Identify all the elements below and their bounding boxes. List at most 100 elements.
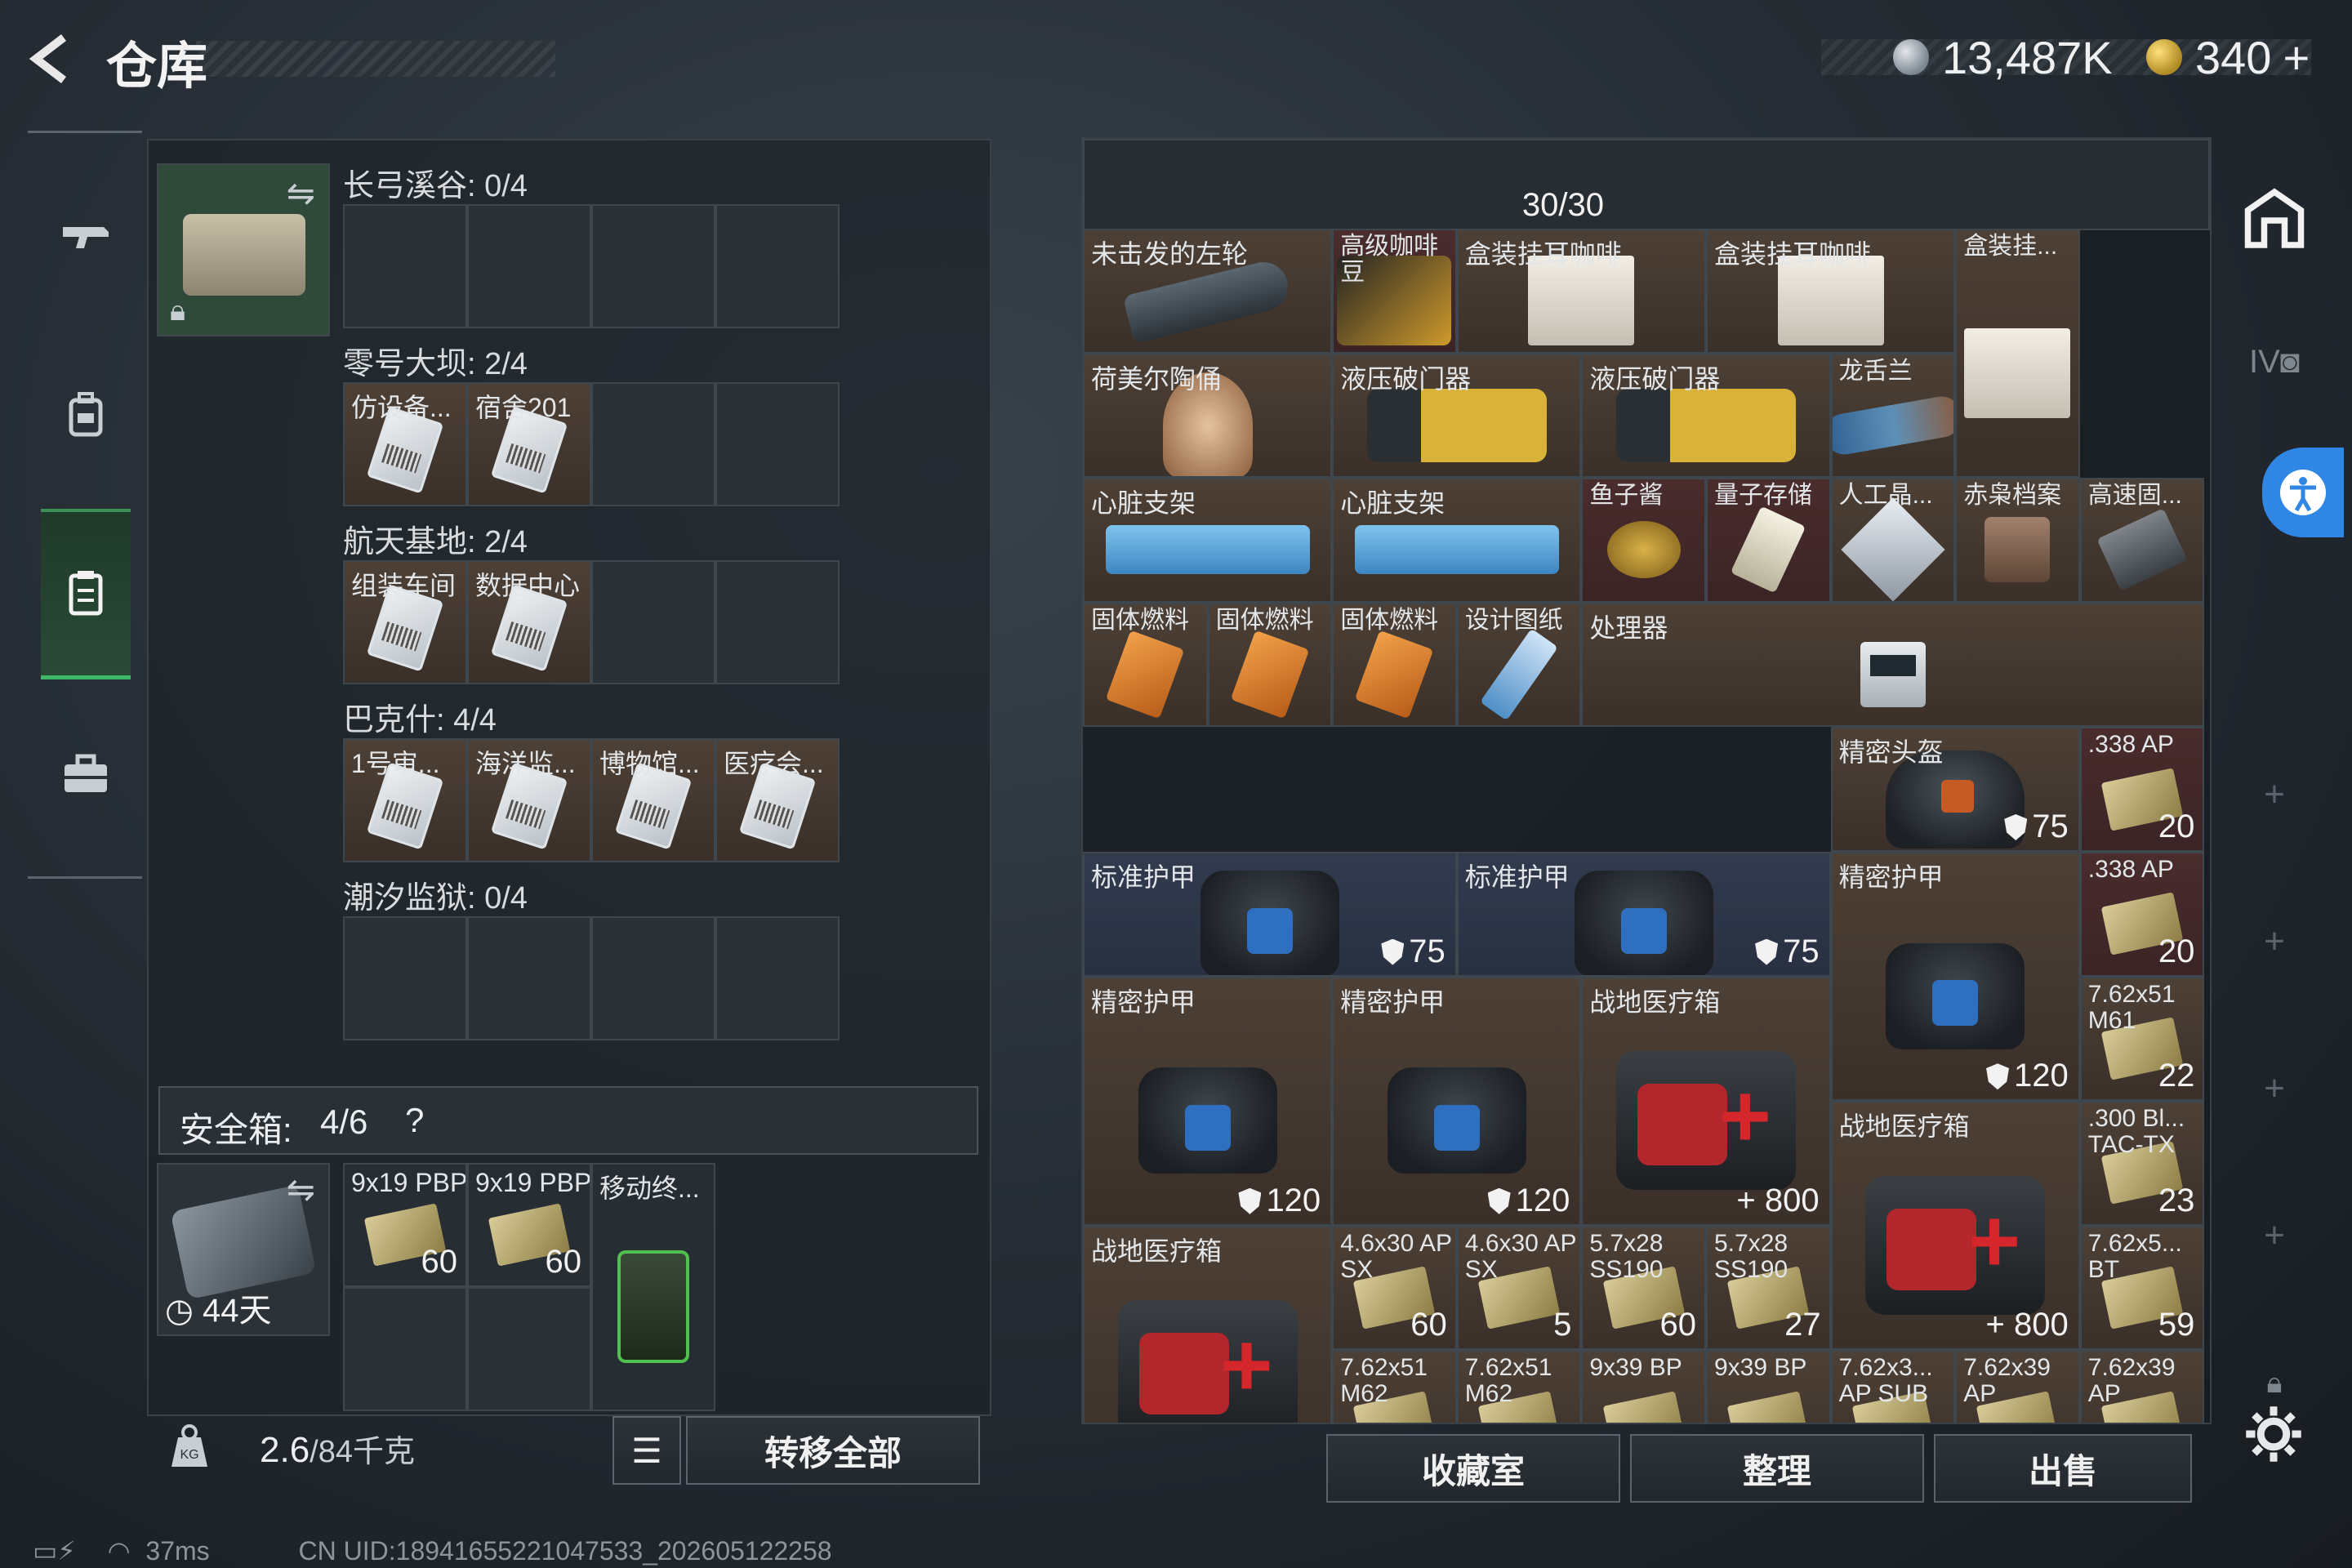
grid-item[interactable]: 5.7x28 SS190 60 [1581,1225,1706,1351]
grid-item[interactable]: 高级咖啡豆 [1332,229,1457,354]
grid-item[interactable]: 龙舌兰 [1830,353,1956,479]
back-button[interactable] [24,33,82,90]
grid-item[interactable]: 盒装挂耳咖啡 [1706,229,1956,354]
empty-keycard-slot[interactable] [715,204,840,328]
grid-item[interactable]: 盒装挂耳咖啡 [1456,229,1706,354]
grid-item[interactable]: 赤枭档案 [1955,478,2080,603]
grid-item[interactable]: 9x39 BP [1581,1350,1706,1423]
nav-briefcase[interactable] [41,729,131,819]
grid-item[interactable]: 量子存储 [1706,478,1831,603]
grid-item[interactable]: 9x39 BP [1706,1350,1831,1423]
grid-item[interactable]: 精密护甲 120 [1830,852,2080,1102]
grid-item[interactable]: 固体燃料 [1332,602,1457,728]
grid-item[interactable]: 盒装挂... [1955,229,2080,479]
grid-item[interactable]: 高速固... [2079,478,2205,603]
grid-item[interactable]: 战地医疗箱 + 800 [1581,976,1831,1226]
svg-text:KG: KG [180,1448,198,1462]
grid-item[interactable]: 7.62x39 AP [2079,1350,2205,1423]
grid-item[interactable]: 荷美尔陶俑 [1083,353,1333,479]
keycard-slot[interactable]: 医疗会... [715,738,840,862]
grid-item[interactable]: .338 AP 20 [2079,727,2205,852]
grid-item[interactable]: 精密头盔 75 [1830,727,2080,852]
grid-item[interactable]: 液压破门器 [1332,353,1582,479]
grid-item[interactable]: 7.62x5... BT 59 [2079,1225,2205,1351]
accessibility-button[interactable] [2262,448,2344,537]
grid-item[interactable]: 未击发的左轮 [1083,229,1333,354]
grid-item[interactable]: 精密护甲 120 [1332,976,1582,1226]
empty-keycard-slot[interactable] [715,560,840,684]
sell-button[interactable]: 出售 [1934,1434,2192,1503]
swap-icon[interactable]: ⇋ [287,1169,315,1209]
grid-item[interactable]: 固体燃料 [1083,602,1208,728]
grid-item[interactable]: 人工晶... [1830,478,1956,603]
empty-keycard-slot[interactable] [591,560,715,684]
safebox-item[interactable]: 9x19 PBP 60 [343,1163,467,1287]
empty-keycard-slot[interactable] [591,382,715,506]
nav-storage[interactable] [41,509,131,679]
grid-item[interactable]: 心脏支架 [1083,478,1333,603]
transfer-all-button[interactable]: 转移全部 [686,1416,980,1485]
grid-item[interactable]: 5.7x28 SS190 27 [1706,1225,1831,1351]
keycard-slot[interactable]: 1号审... [343,738,467,862]
settings-button[interactable] [2244,1405,2310,1470]
grid-item[interactable]: .338 AP 20 [2079,852,2205,977]
grid-item[interactable]: 液压破门器 [1581,353,1831,479]
keycard-holder-slot[interactable]: ⇋ 🔒︎ [157,163,330,336]
collection-room-button[interactable]: 收藏室 [1326,1434,1620,1503]
storage-tab-iv[interactable]: IV◙ [2238,325,2311,399]
safebox-item[interactable]: 9x19 PBP 60 [467,1163,591,1287]
storage-tab-add-3[interactable]: + [2238,1052,2311,1125]
keycard-slot[interactable]: 海洋监... [467,738,591,862]
grid-item[interactable]: 4.6x30 AP SX 5 [1456,1225,1582,1351]
gold-amount[interactable]: 340 + [2195,31,2310,84]
grid-item[interactable]: 鱼子酱 [1581,478,1706,603]
empty-keycard-slot[interactable] [343,916,467,1040]
empty-safebox-slot[interactable] [467,1287,591,1411]
nav-weapon[interactable] [41,190,131,280]
keycard-slot[interactable]: 宿舍201 [467,382,591,506]
empty-keycard-slot[interactable] [467,916,591,1040]
grid-item[interactable]: 心脏支架 [1332,478,1582,603]
list-view-button[interactable]: ☰ [612,1416,681,1485]
safebox-slot[interactable]: ⇋ ◷ 44天 [157,1163,330,1336]
grid-item[interactable]: 4.6x30 AP SX 60 [1332,1225,1457,1351]
keycard-slot[interactable]: 数据中心 [467,560,591,684]
storage-tab-add-4[interactable]: + [2238,1199,2311,1272]
grid-item[interactable]: 7.62x3... AP SUB [1830,1350,1956,1423]
grid-item[interactable]: 7.62x51 M62 [1456,1350,1582,1423]
empty-keycard-slot[interactable] [715,916,840,1040]
battery-icon: ▭⚡ [33,1536,76,1566]
grid-item[interactable]: .300 Bl... TAC-TX 23 [2079,1101,2205,1226]
grid-item[interactable]: 精密护甲 120 [1083,976,1333,1226]
grid-item[interactable]: 战地医疗箱 + 800 [1830,1101,2080,1351]
empty-keycard-slot[interactable] [591,916,715,1040]
grid-item[interactable]: 7.62x39 AP [1955,1350,2080,1423]
empty-keycard-slot[interactable] [467,204,591,328]
empty-safebox-slot[interactable] [343,1287,467,1411]
storage-tab-add-1[interactable]: + [2238,758,2311,831]
grid-item[interactable]: 7.62x51 M61 22 [2079,976,2205,1102]
gold-plus-button[interactable]: + [2283,32,2310,83]
grid-item[interactable]: 处理器 [1581,602,2205,728]
keycard-label: 医疗会... [724,749,824,778]
grid-item[interactable]: 标准护甲 75 [1083,852,1457,977]
grid-item[interactable]: 固体燃料 [1207,602,1333,728]
grid-item[interactable]: 战地医疗箱 [1083,1225,1333,1423]
grid-item[interactable]: 标准护甲 75 [1456,852,1831,977]
swap-icon[interactable]: ⇋ [287,173,315,213]
empty-keycard-slot[interactable] [591,204,715,328]
grid-item[interactable]: 7.62x51 M62 [1332,1350,1457,1423]
nav-backpack[interactable] [41,370,131,460]
keycard-slot[interactable]: 仿设备... [343,382,467,506]
grid-item[interactable]: 设计图纸 [1456,602,1582,728]
safebox-item[interactable]: 移动终... [591,1163,715,1411]
help-icon[interactable]: ? [405,1101,424,1140]
organize-button[interactable]: 整理 [1630,1434,1924,1503]
storage-tab-add-2[interactable]: + [2238,905,2311,978]
keycard-slot[interactable]: 组装车间 [343,560,467,684]
empty-keycard-slot[interactable] [343,204,467,328]
empty-keycard-slot[interactable] [715,382,840,506]
keycard-slot[interactable]: 博物馆... [591,738,715,862]
grid-top-row[interactable]: 30/30 [1083,139,2210,230]
storage-tab-main[interactable] [2238,180,2311,253]
